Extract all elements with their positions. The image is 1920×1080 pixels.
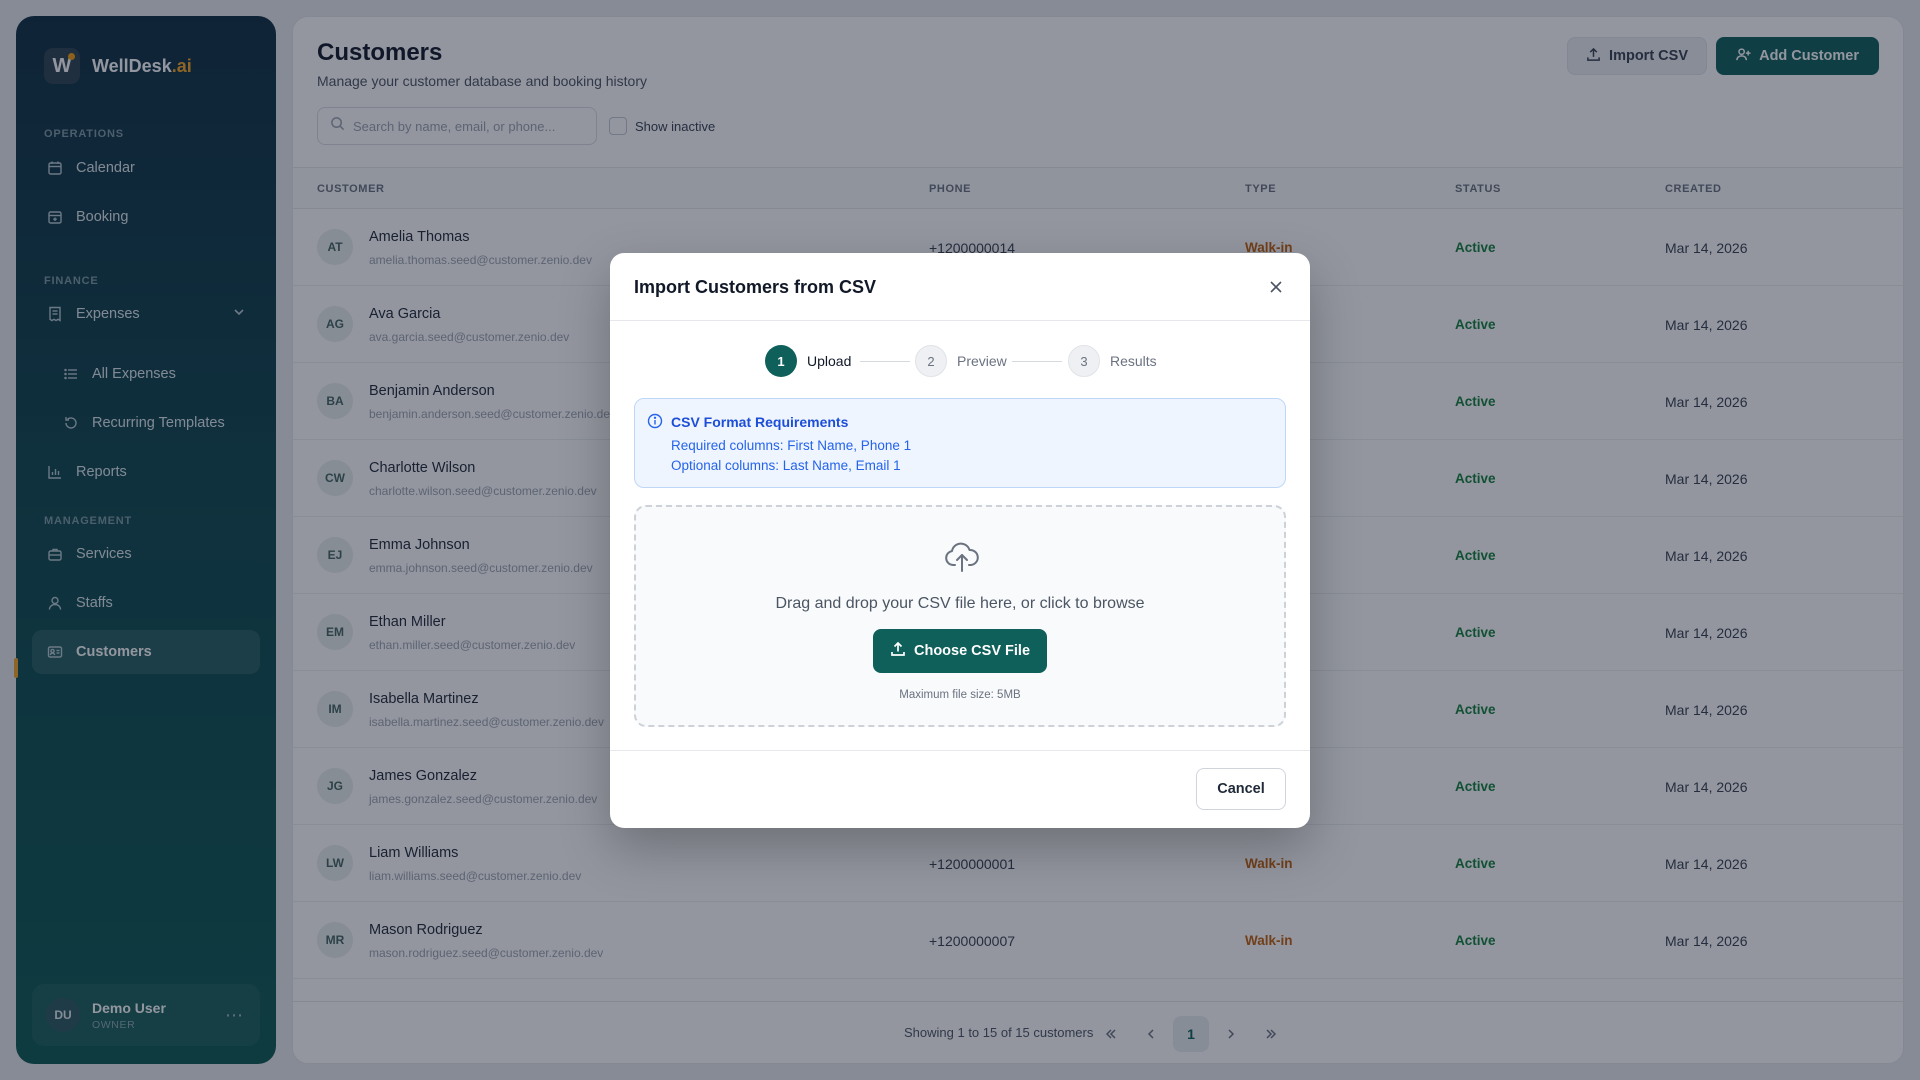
- step-results: 3 Results: [1068, 345, 1157, 377]
- max-file-size: Maximum file size: 5MB: [899, 689, 1021, 701]
- info-title: CSV Format Requirements: [671, 414, 849, 430]
- csv-requirements-info: CSV Format Requirements Required columns…: [634, 398, 1286, 488]
- step-label: Upload: [807, 353, 852, 369]
- csv-dropzone[interactable]: Drag and drop your CSV file here, or cli…: [634, 505, 1286, 727]
- step-label: Results: [1110, 353, 1157, 369]
- import-csv-dialog: Import Customers from CSV 1 Upload 2 Pre…: [610, 253, 1310, 828]
- cancel-button[interactable]: Cancel: [1196, 768, 1286, 810]
- import-stepper: 1 Upload 2 Preview 3 Results: [610, 345, 1310, 377]
- step-connector: [1012, 361, 1062, 362]
- choose-csv-file-label: Choose CSV File: [913, 643, 1031, 659]
- step-connector: [860, 361, 910, 362]
- optional-columns: Optional columns: Last Name, Email 1: [671, 458, 901, 473]
- choose-csv-file-button[interactable]: Choose CSV File: [873, 629, 1047, 673]
- modal-title: Import Customers from CSV: [634, 277, 877, 297]
- step-upload: 1 Upload: [765, 345, 851, 377]
- dropzone-text: Drag and drop your CSV file here, or cli…: [775, 595, 1145, 612]
- upload-icon: [890, 641, 906, 661]
- step-number: 3: [1068, 345, 1100, 377]
- step-number: 1: [765, 345, 797, 377]
- step-number: 2: [915, 345, 947, 377]
- step-label: Preview: [957, 353, 1007, 369]
- modal-header: Import Customers from CSV: [610, 253, 1310, 321]
- step-preview: 2 Preview: [915, 345, 1007, 377]
- modal-footer: Cancel: [610, 750, 1310, 828]
- close-icon[interactable]: [1264, 275, 1288, 299]
- cloud-upload-icon: [944, 541, 980, 578]
- required-columns: Required columns: First Name, Phone 1: [671, 438, 912, 453]
- info-icon: [647, 413, 663, 434]
